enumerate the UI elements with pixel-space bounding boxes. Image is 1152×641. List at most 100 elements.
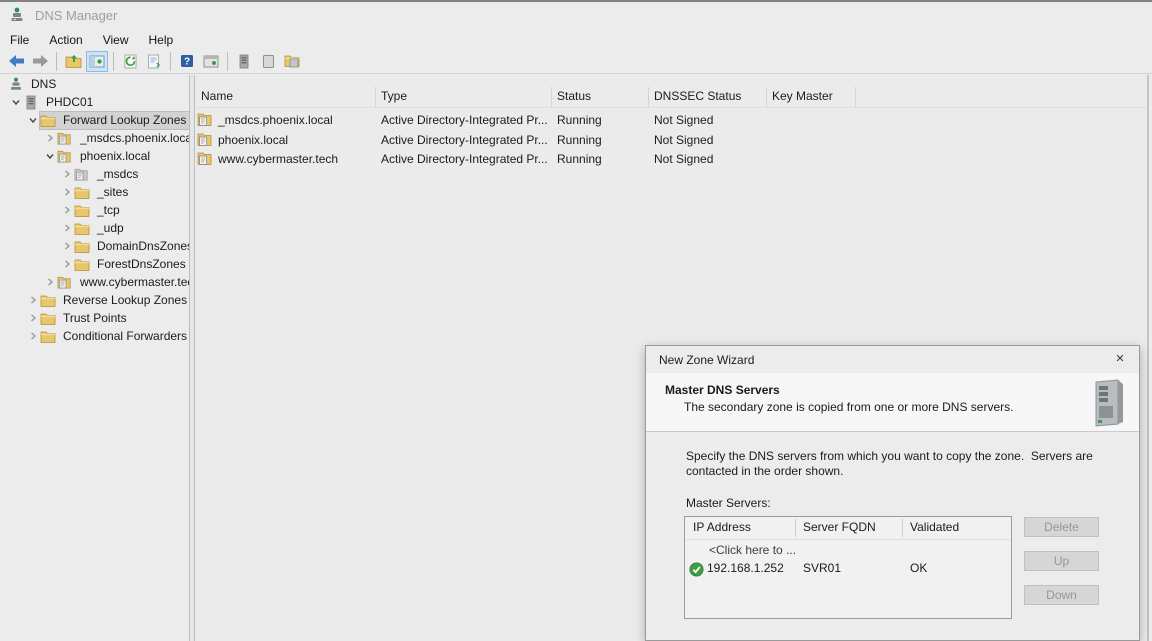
tree-item-domaindnszones[interactable]: DomainDnsZones bbox=[0, 237, 189, 255]
tree-item-udp[interactable]: _udp bbox=[0, 219, 189, 237]
tree-item-label: _udp bbox=[94, 221, 127, 235]
dialog-title: New Zone Wizard bbox=[659, 353, 754, 367]
back-button[interactable] bbox=[5, 51, 27, 72]
tree-item-dns[interactable]: DNS bbox=[0, 75, 189, 93]
menu-action[interactable]: Action bbox=[39, 32, 92, 48]
ms-column-separator bbox=[902, 519, 903, 537]
toolbar-separator bbox=[56, 52, 57, 71]
ms-placeholder-text[interactable]: <Click here to ... bbox=[709, 543, 796, 557]
column-header-key-master[interactable]: Key Master bbox=[766, 86, 855, 108]
menu-view[interactable]: View bbox=[93, 32, 139, 48]
chevron-right-icon[interactable] bbox=[26, 293, 40, 307]
window-title: DNS Manager bbox=[35, 8, 117, 23]
export-list-icon bbox=[147, 54, 162, 69]
column-header-status[interactable]: Status bbox=[551, 86, 648, 108]
new-zone-folder-icon: "> bbox=[284, 54, 301, 68]
close-icon[interactable]: × bbox=[1109, 349, 1131, 369]
zone-row-msdcs-phoenix-local[interactable]: _msdcs.phoenix.localActive Directory-Int… bbox=[195, 111, 1147, 130]
up-level-button[interactable] bbox=[62, 51, 84, 72]
new-zone-folder-button[interactable]: "> bbox=[281, 51, 303, 72]
tree-item-body: Conditional Forwarders bbox=[40, 328, 189, 345]
tree-item-body: _msdcs.phoenix.local bbox=[57, 130, 189, 147]
chevron-right-icon[interactable] bbox=[60, 185, 74, 199]
forward-button[interactable] bbox=[29, 51, 51, 72]
cell-key-master bbox=[772, 111, 855, 130]
column-header-name[interactable]: Name bbox=[195, 86, 375, 108]
cell-dnssec-status: Not Signed bbox=[654, 150, 766, 169]
server-button[interactable] bbox=[233, 51, 255, 72]
tree-item-forward-lookup-zones[interactable]: Forward Lookup Zones bbox=[0, 111, 189, 129]
tree-item-reverse-lookup-zones[interactable]: Reverse Lookup Zones bbox=[0, 291, 189, 309]
zone-row-www-cybermaster-tech[interactable]: www.cybermaster.techActive Directory-Int… bbox=[195, 150, 1147, 169]
master-servers-table[interactable]: IP Address Server FQDN Validated <Click her… bbox=[684, 516, 1012, 619]
refresh-button[interactable] bbox=[119, 51, 141, 72]
tree-item-msdcs-phoenix-local[interactable]: _msdcs.phoenix.local bbox=[0, 129, 189, 147]
chevron-right-icon[interactable] bbox=[26, 311, 40, 325]
zone-icon bbox=[57, 131, 73, 145]
tree-item-phoenix-local[interactable]: phoenix.local bbox=[0, 147, 189, 165]
server-icon bbox=[238, 54, 250, 69]
new-zone-wizard-dialog: New Zone Wizard × Master DNS Servers The… bbox=[645, 345, 1140, 641]
ms-column-server-fqdn[interactable]: Server FQDN bbox=[803, 520, 876, 534]
toolbar: ? "> bbox=[0, 49, 1152, 74]
tree-item-www-cybermaster-tech[interactable]: www.cybermaster.tech bbox=[0, 273, 189, 291]
chevron-right-icon[interactable] bbox=[26, 329, 40, 343]
ms-server-row[interactable]: 192.168.1.252SVR01OK bbox=[685, 561, 1011, 579]
menu-file[interactable]: File bbox=[0, 32, 39, 48]
dialog-title-bar[interactable]: New Zone Wizard × bbox=[646, 346, 1139, 373]
chevron-right-icon[interactable] bbox=[60, 203, 74, 217]
chevron-right-icon[interactable] bbox=[60, 257, 74, 271]
cell-status: Running bbox=[557, 131, 648, 150]
cell-type: Active Directory-Integrated Pr... bbox=[381, 131, 551, 150]
svg-text:?: ? bbox=[184, 57, 190, 68]
column-header-type[interactable]: Type bbox=[375, 86, 551, 108]
list-header: NameTypeStatusDNSSEC StatusKey Master bbox=[195, 86, 1147, 108]
server-icon bbox=[23, 95, 39, 109]
ms-column-ip-address[interactable]: IP Address bbox=[693, 520, 751, 534]
help-button[interactable]: ? bbox=[176, 51, 198, 72]
chevron-right-icon[interactable] bbox=[60, 221, 74, 235]
help-icon: ? bbox=[180, 54, 194, 68]
tree-item-conditional-forwarders[interactable]: Conditional Forwarders bbox=[0, 327, 189, 345]
delete-button[interactable]: Delete bbox=[1024, 517, 1099, 537]
properties-window-icon bbox=[203, 55, 219, 68]
panel-button[interactable] bbox=[257, 51, 279, 72]
chevron-down-icon[interactable] bbox=[9, 95, 23, 109]
tree-item-trust-points[interactable]: Trust Points bbox=[0, 309, 189, 327]
back-icon bbox=[8, 54, 25, 68]
tree-item-body: Trust Points bbox=[40, 310, 130, 327]
up-button[interactable]: Up bbox=[1024, 551, 1099, 571]
wizard-body: Specify the DNS servers from which you w… bbox=[646, 432, 1139, 641]
wizard-heading: Master DNS Servers bbox=[665, 383, 780, 397]
server-tower-icon bbox=[1088, 378, 1128, 428]
cell-name: phoenix.local bbox=[197, 131, 371, 150]
chevron-right-icon[interactable] bbox=[60, 167, 74, 181]
tree-item-sites[interactable]: _sites bbox=[0, 183, 189, 201]
chevron-right-icon[interactable] bbox=[43, 131, 57, 145]
show-console-tree-button[interactable] bbox=[86, 51, 108, 72]
tree-item-body: Reverse Lookup Zones bbox=[40, 292, 189, 309]
column-separator[interactable] bbox=[855, 87, 856, 107]
chevron-right-icon[interactable] bbox=[60, 239, 74, 253]
ms-column-validated[interactable]: Validated bbox=[910, 520, 959, 534]
tree-item-label: Reverse Lookup Zones bbox=[60, 293, 189, 307]
chevron-down-icon[interactable] bbox=[26, 113, 40, 127]
tree-item-tcp[interactable]: _tcp bbox=[0, 201, 189, 219]
tree-item-phdc01[interactable]: PHDC01 bbox=[0, 93, 189, 111]
refresh-icon bbox=[123, 54, 138, 69]
console-tree-pane[interactable]: DNSPHDC01Forward Lookup Zones _msdcs.phoe… bbox=[0, 75, 189, 641]
tree-item-msdcs[interactable]: _msdcs bbox=[0, 165, 189, 183]
chevron-down-icon[interactable] bbox=[43, 149, 57, 163]
down-button[interactable]: Down bbox=[1024, 585, 1099, 605]
menu-help[interactable]: Help bbox=[139, 32, 184, 48]
tree-item-label: _msdcs.phoenix.local bbox=[77, 131, 189, 145]
export-list-button[interactable] bbox=[143, 51, 165, 72]
properties-window-button[interactable] bbox=[200, 51, 222, 72]
zone-icon bbox=[197, 151, 214, 165]
tree-item-forestdnszones[interactable]: ForestDnsZones bbox=[0, 255, 189, 273]
tree-item-body: DomainDnsZones bbox=[74, 238, 189, 255]
zone-row-phoenix-local[interactable]: phoenix.local Active Directory-Integrated… bbox=[195, 131, 1147, 150]
column-header-dnssec-status[interactable]: DNSSEC Status bbox=[648, 86, 766, 108]
chevron-right-icon[interactable] bbox=[43, 275, 57, 289]
ms-placeholder-row[interactable]: <Click here to ... bbox=[685, 543, 1011, 561]
